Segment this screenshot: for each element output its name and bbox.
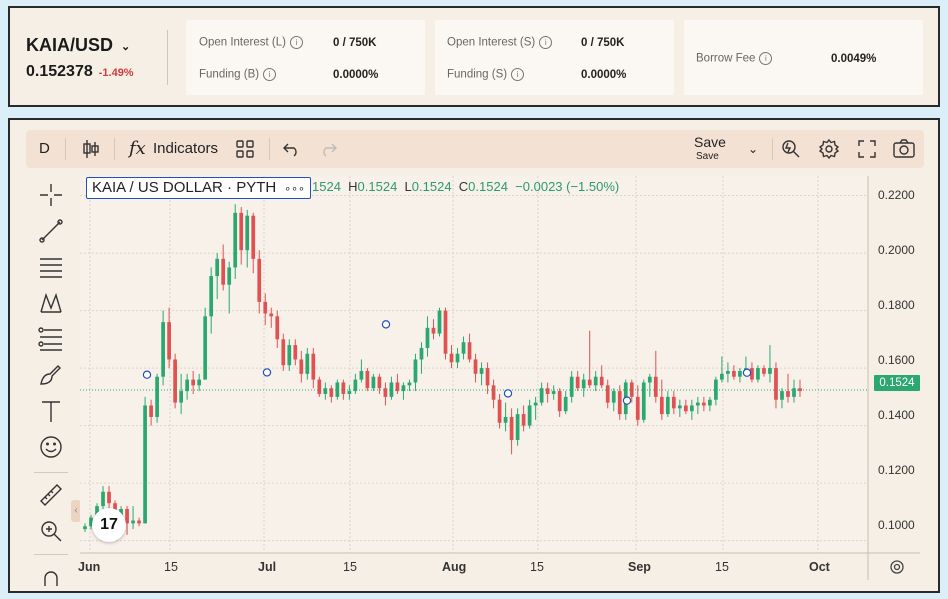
event-marker[interactable] <box>142 370 152 379</box>
info-icon[interactable]: i <box>539 36 553 49</box>
stat-label: Open Interest (S) i <box>447 36 553 49</box>
event-marker[interactable] <box>503 389 513 398</box>
info-icon[interactable]: i <box>263 68 277 81</box>
y-tick: 0.2000 <box>878 243 915 257</box>
x-tick: Sep <box>628 560 651 574</box>
stat-value: 0 / 750K <box>333 37 377 49</box>
stat-value: 0.0000% <box>333 69 379 81</box>
candle <box>641 379 646 423</box>
close-label: C <box>458 179 469 194</box>
chart-panel: D fx Indicators Save Save ⌄ ‹ KAIA / US … <box>8 118 940 593</box>
market-header: KAIA/USD ⌄ 0.152378 -1.49% Open Interest (… <box>8 6 940 107</box>
pair-name: KAIA/USD <box>26 35 114 55</box>
stat-box-long: Open Interest (L) i 0 / 750K Funding (B) i… <box>186 20 425 95</box>
close-value: 0.1524 <box>468 179 508 194</box>
high-label: H <box>348 179 358 194</box>
y-tick: 0.2200 <box>878 188 915 202</box>
candle <box>317 376 322 397</box>
ohlc-readout: 1524 H0.1524 L0.1524 C0.1524 −0.0023 (−1… <box>312 179 619 194</box>
last-price-label: 0.1524 <box>874 375 920 391</box>
stat-box-borrow: Borrow Fee i 0.0049% <box>684 20 923 95</box>
high-value: 0.1524 <box>357 179 398 194</box>
low-value: 0.1524 <box>411 179 452 194</box>
tradingview-logo[interactable]: 17 <box>92 508 126 542</box>
price-change: -1.49% <box>98 67 134 79</box>
x-tick: 15 <box>164 560 178 574</box>
x-tick: Oct <box>809 560 830 574</box>
x-tick: 15 <box>343 560 357 574</box>
info-icon[interactable]: i <box>289 36 303 49</box>
y-tick: 0.1600 <box>878 353 915 367</box>
price-value: 0.152378 <box>26 63 93 80</box>
candle <box>365 368 370 392</box>
current-price: 0.152378 -1.49% <box>26 63 134 81</box>
chart-settings-icon[interactable] <box>889 559 905 580</box>
stat-label: Borrow Fee i <box>696 52 773 65</box>
candle <box>437 307 442 337</box>
stat-label: Open Interest (L) i <box>199 36 303 49</box>
stat-box-short: Open Interest (S) i 0 / 750K Funding (S) i… <box>435 20 674 95</box>
candle <box>173 353 177 409</box>
event-marker[interactable] <box>381 320 391 329</box>
info-icon[interactable]: i <box>759 52 773 65</box>
stat-value: 0 / 750K <box>581 37 625 49</box>
x-tick: Aug <box>442 560 467 574</box>
open-value: 1524 <box>312 179 341 194</box>
candle <box>143 396 147 524</box>
y-tick: 0.1200 <box>878 463 915 477</box>
event-marker[interactable] <box>622 396 632 405</box>
x-tick: Jun <box>78 560 101 574</box>
low-label: L <box>404 179 412 194</box>
info-icon[interactable]: i <box>511 68 525 81</box>
pair-selector[interactable]: KAIA/USD ⌄ <box>26 35 130 56</box>
event-marker[interactable] <box>742 368 752 377</box>
event-marker[interactable] <box>262 368 272 377</box>
x-tick: 15 <box>530 560 544 574</box>
stat-value: 0.0049% <box>831 53 877 65</box>
candle <box>203 307 208 380</box>
symbol-name: KAIA / US DOLLAR · PYTH <box>92 179 277 196</box>
candle <box>443 307 448 360</box>
y-tick: 0.1000 <box>878 518 915 532</box>
stat-label: Funding (B) i <box>199 68 277 81</box>
change-value: −0.0023 (−1.50%) <box>515 179 620 194</box>
y-tick: 0.1400 <box>878 408 915 422</box>
x-tick: 15 <box>715 560 729 574</box>
divider <box>167 30 168 85</box>
symbol-legend[interactable]: KAIA / US DOLLAR · PYTH ∘∘∘ <box>86 177 311 199</box>
x-tick: Jul <box>258 560 277 574</box>
y-tick: 0.1800 <box>878 298 915 312</box>
stat-label: Funding (S) i <box>447 68 525 81</box>
more-icon[interactable]: ∘∘∘ <box>284 183 305 195</box>
candle <box>155 373 159 423</box>
chevron-down-icon: ⌄ <box>121 40 131 53</box>
stat-value: 0.0000% <box>581 69 627 81</box>
